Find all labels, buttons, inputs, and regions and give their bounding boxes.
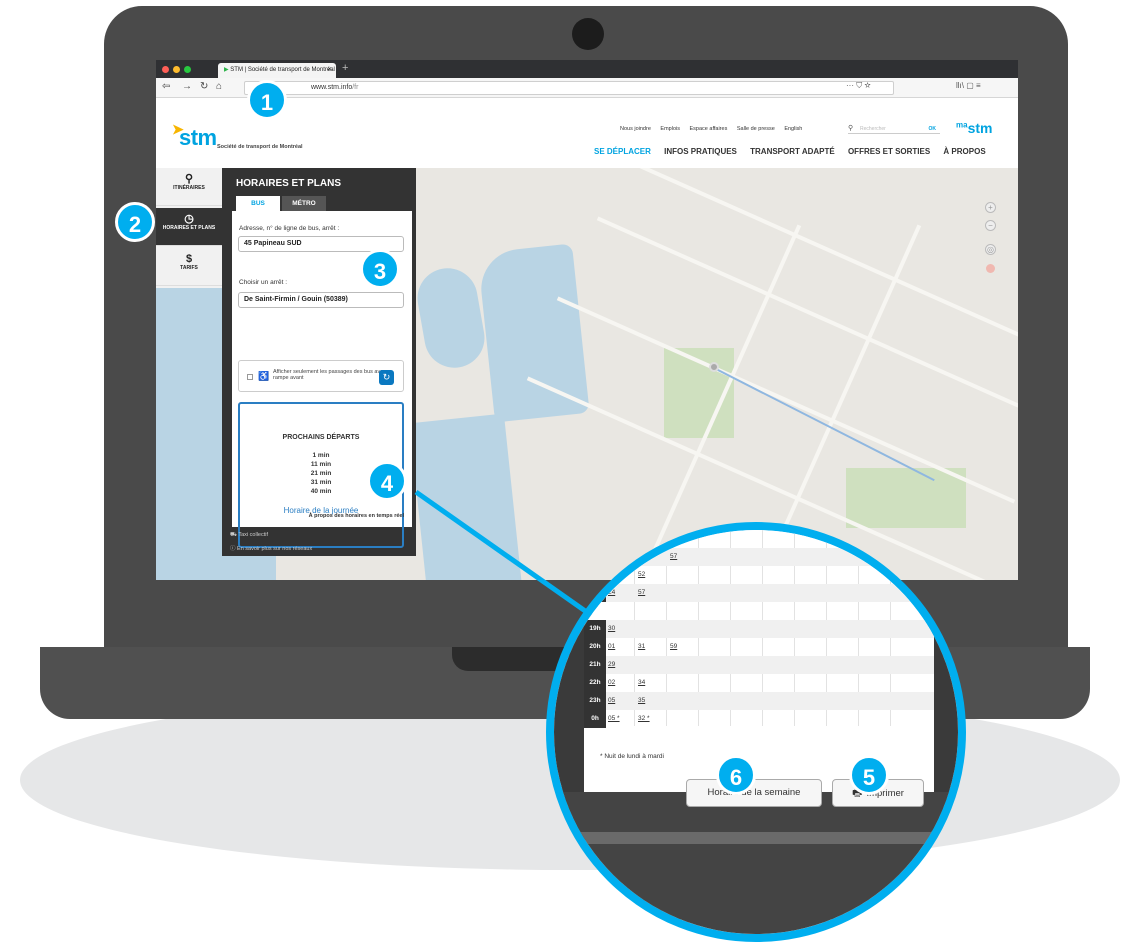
minute-cell[interactable]: 31: [638, 643, 645, 650]
table-row: 23h 05 35: [584, 692, 934, 710]
minute-cell[interactable]: 01: [608, 643, 615, 650]
table-row: 20h 01 31 59: [584, 638, 934, 656]
minute-cell[interactable]: 59: [670, 643, 677, 650]
stage: ▶ STM | Société de transport de Montréal…: [0, 0, 1130, 946]
hour-label: 8h: [584, 584, 606, 602]
table-row: 8h 24 57: [584, 584, 934, 602]
minute-cell[interactable]: 32 *: [638, 715, 650, 722]
hour-label: 20h: [584, 638, 606, 656]
table-row: 23 52: [584, 566, 934, 584]
step-badge-5: 5: [849, 755, 889, 795]
zoom-bottom-bezel: [554, 792, 958, 934]
minute-cell[interactable]: 57: [670, 553, 677, 560]
hour-label: [584, 530, 606, 548]
zoom-inner: 54 36 57 23 52 8h 24 57 19h 30 20h 01 31 59 21h 29 22h 02…: [554, 530, 958, 934]
hour-label: 19h: [584, 620, 606, 638]
step-badge-6: 6: [716, 755, 756, 795]
zoom-bottom-stripe: [554, 832, 958, 844]
step-badge-2: 2: [115, 202, 155, 242]
hour-label: 22h: [584, 674, 606, 692]
hour-label: 23h: [584, 692, 606, 710]
step-badge-1: 1: [247, 80, 287, 120]
table-row: 0h 05 * 32 *: [584, 710, 934, 728]
minute-cell[interactable]: 02: [608, 679, 615, 686]
table-row: [584, 602, 934, 620]
minute-cell[interactable]: 05: [608, 697, 615, 704]
minute-cell[interactable]: 05 *: [608, 715, 620, 722]
minute-cell[interactable]: 35: [638, 697, 645, 704]
minute-cell[interactable]: 23: [608, 571, 615, 578]
minute-cell[interactable]: 24: [608, 589, 615, 596]
minute-cell[interactable]: 36: [638, 553, 645, 560]
minute-cell[interactable]: 52: [638, 571, 645, 578]
minute-cell[interactable]: 57: [638, 589, 645, 596]
table-row: 19h 30: [584, 620, 934, 638]
hour-label: [584, 566, 606, 584]
hour-label: [584, 548, 606, 566]
weekly-schedule-table: 54 36 57 23 52 8h 24 57 19h 30 20h 01 31 59 21h 29 22h 02…: [584, 530, 934, 807]
minute-cell[interactable]: 30: [608, 625, 615, 632]
hour-label: 21h: [584, 656, 606, 674]
table-row: 54: [584, 530, 934, 548]
table-row: 36 57: [584, 548, 934, 566]
step-badge-4: 4: [367, 461, 407, 501]
minute-cell[interactable]: 34: [638, 679, 645, 686]
table-row: 22h 02 34: [584, 674, 934, 692]
schedule-note: * Nuit de lundi à mardi: [600, 753, 664, 760]
hour-label: 0h: [584, 710, 606, 728]
minute-cell[interactable]: 54: [638, 535, 645, 542]
step-badge-3: 3: [360, 249, 400, 289]
table-row: 21h 29: [584, 656, 934, 674]
zoomed-schedule-callout: 54 36 57 23 52 8h 24 57 19h 30 20h 01 31 59 21h 29 22h 02…: [546, 522, 966, 942]
minute-cell[interactable]: 29: [608, 661, 615, 668]
hour-label: [584, 602, 606, 620]
